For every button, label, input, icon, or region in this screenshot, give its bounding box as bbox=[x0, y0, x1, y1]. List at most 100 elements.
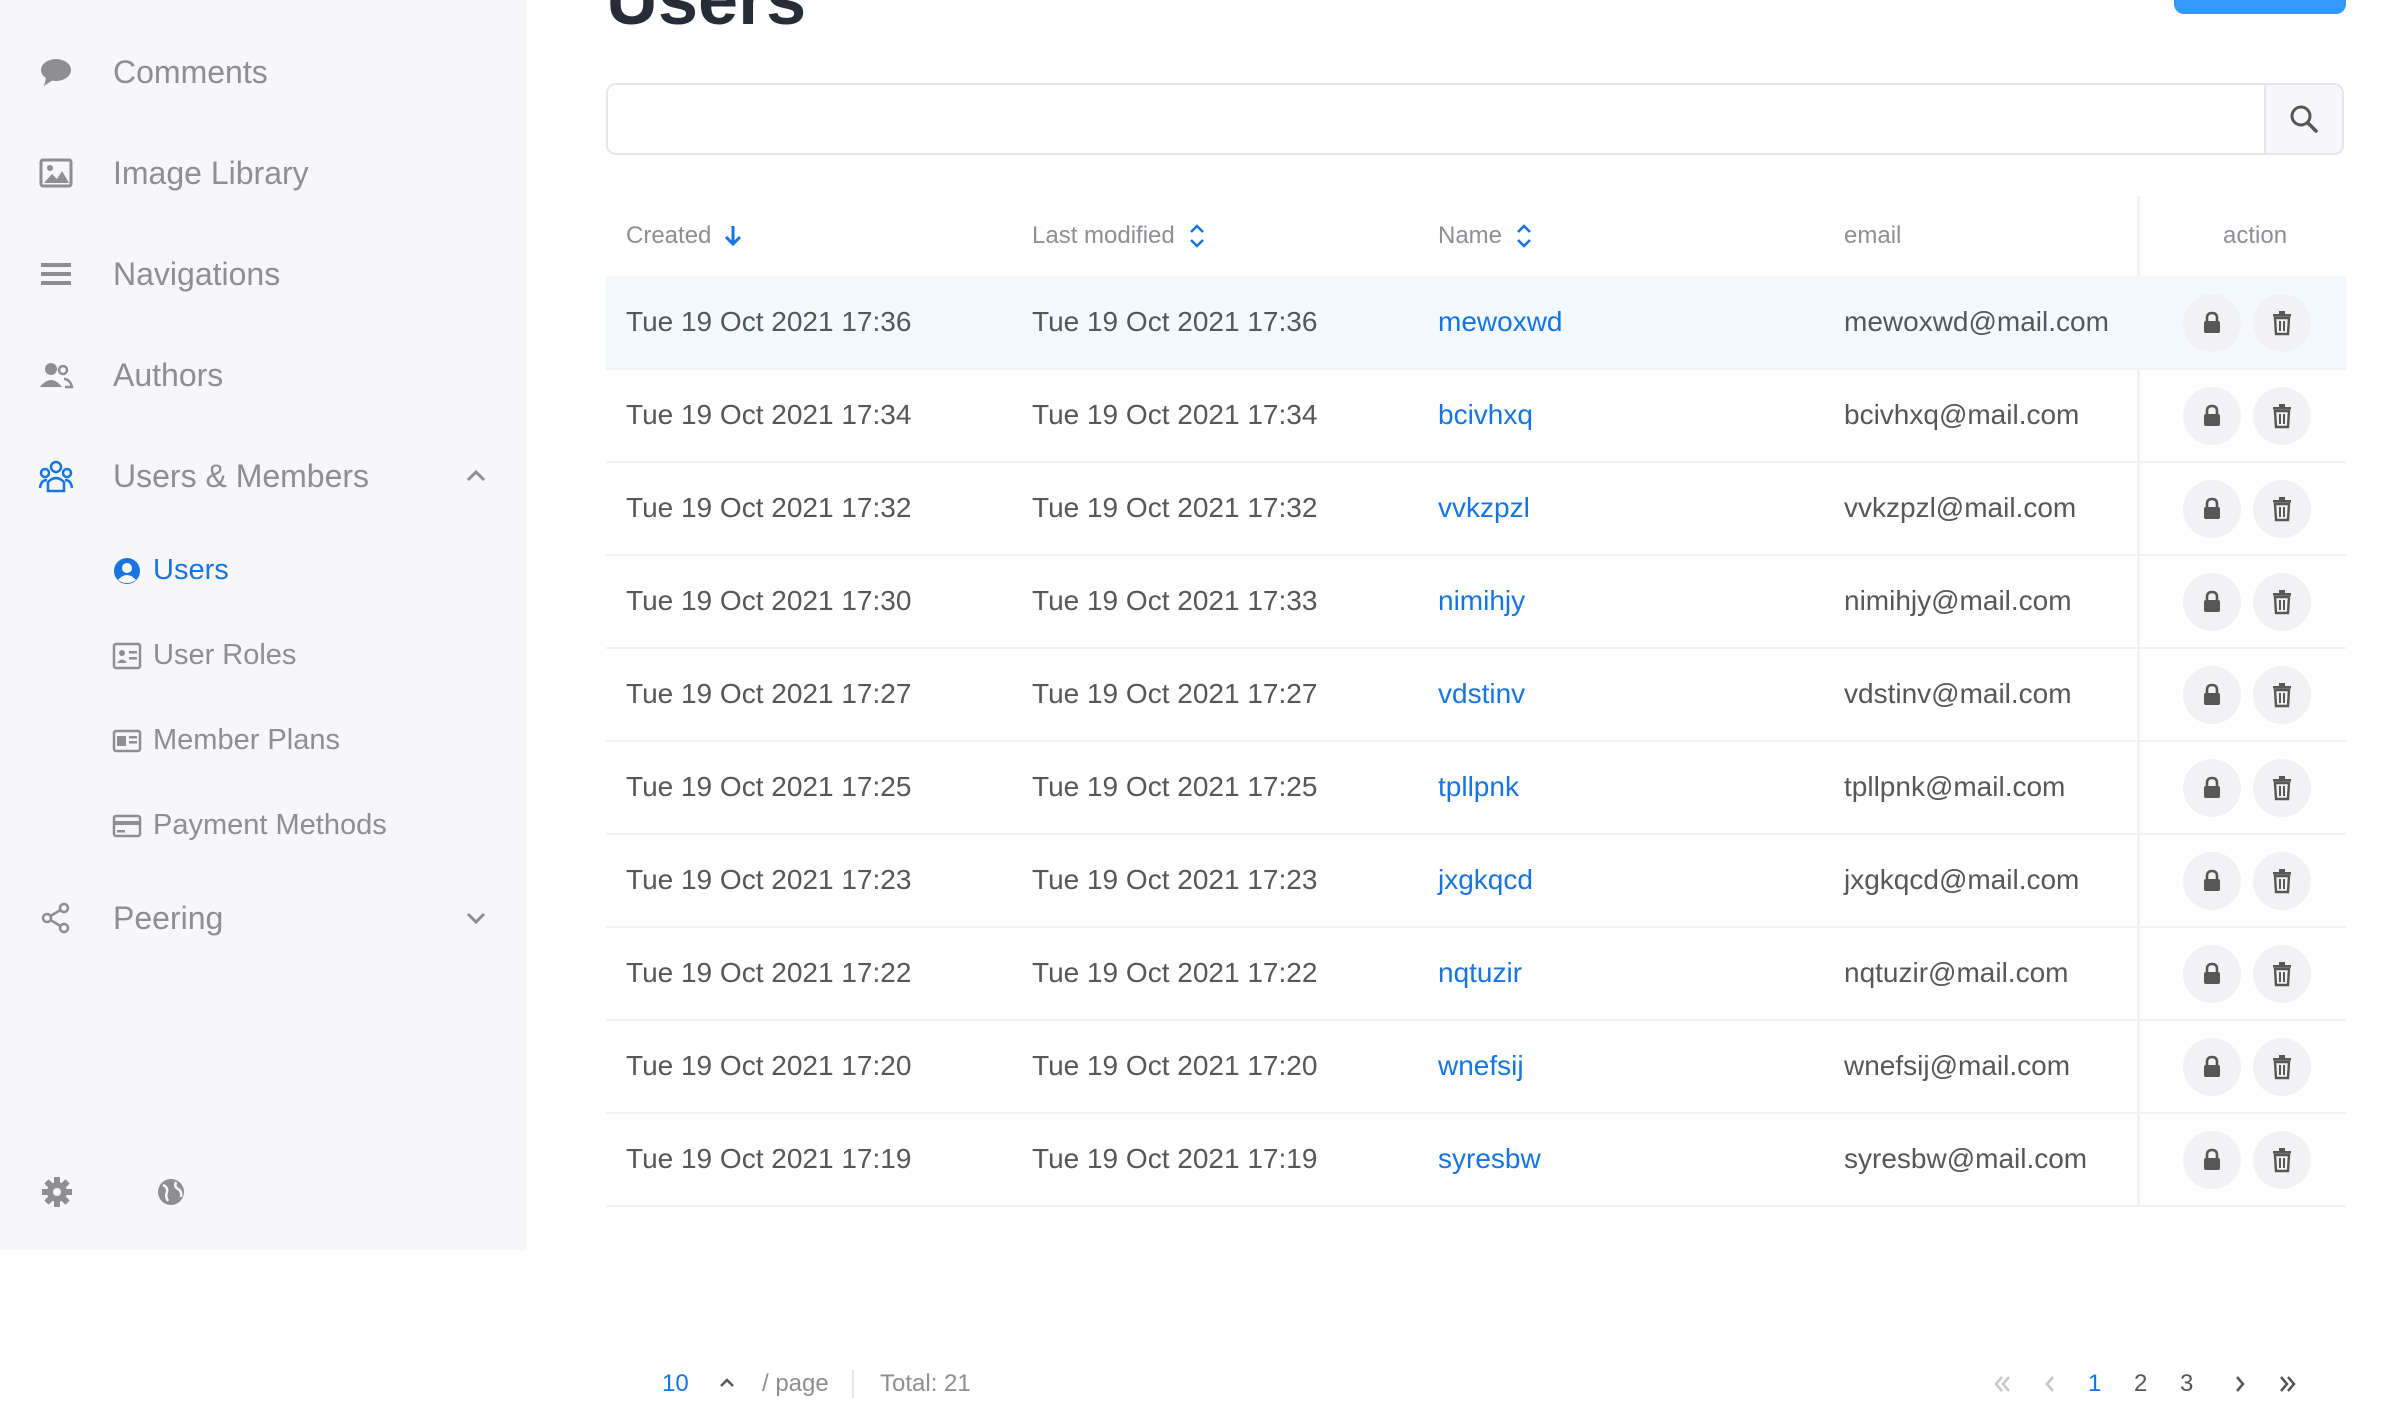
globe-icon[interactable] bbox=[154, 1175, 188, 1209]
table-row: Tue 19 Oct 2021 17:30 Tue 19 Oct 2021 17:… bbox=[606, 555, 2346, 649]
table-row: Tue 19 Oct 2021 17:27 Tue 19 Oct 2021 17:… bbox=[606, 648, 2346, 742]
arrow-down-icon bbox=[725, 226, 742, 247]
email-cell: vvkzpzl@mail.com bbox=[1844, 492, 2077, 523]
lock-icon bbox=[2204, 590, 2220, 612]
delete-user-button[interactable] bbox=[2253, 573, 2311, 631]
delete-user-button[interactable] bbox=[2253, 666, 2311, 724]
created-cell: Tue 19 Oct 2021 17:30 bbox=[626, 585, 912, 616]
user-name-link[interactable]: wnefsij bbox=[1438, 1020, 1524, 1112]
search-button[interactable] bbox=[2264, 85, 2342, 153]
sidebar-subitem-user-roles[interactable]: User Roles bbox=[0, 623, 526, 687]
email-cell: jxgkqcd@mail.com bbox=[1844, 864, 2080, 895]
table-row: Tue 19 Oct 2021 17:19 Tue 19 Oct 2021 17:… bbox=[606, 1113, 2346, 1207]
sidebar-item-users-members[interactable]: Users & Members bbox=[0, 436, 526, 516]
users-members-icon bbox=[38, 460, 74, 493]
delete-user-button[interactable] bbox=[2253, 1038, 2311, 1096]
trash-icon bbox=[2273, 497, 2291, 522]
user-name-link[interactable]: tpllpnk bbox=[1438, 741, 1519, 833]
lock-icon bbox=[2204, 311, 2220, 333]
delete-user-button[interactable] bbox=[2253, 759, 2311, 817]
last-modified-cell: Tue 19 Oct 2021 17:32 bbox=[1032, 492, 1318, 523]
lock-icon bbox=[2204, 404, 2220, 426]
delete-user-button[interactable] bbox=[2253, 294, 2311, 352]
gear-icon[interactable] bbox=[40, 1175, 74, 1209]
delete-user-button[interactable] bbox=[2253, 1131, 2311, 1189]
user-name-link[interactable]: bcivhxq bbox=[1438, 369, 1533, 461]
sidebar-item-image-library[interactable]: Image Library bbox=[0, 133, 526, 213]
trash-icon bbox=[2273, 404, 2291, 429]
create-user-button[interactable] bbox=[2174, 0, 2346, 14]
trash-icon bbox=[2273, 683, 2291, 708]
sidebar-item-label: Image Library bbox=[113, 155, 309, 191]
lock-user-button[interactable] bbox=[2183, 759, 2241, 817]
lock-user-button[interactable] bbox=[2183, 945, 2241, 1003]
lock-user-button[interactable] bbox=[2183, 573, 2241, 631]
next-page-icon[interactable] bbox=[2226, 1370, 2254, 1398]
sidebar-item-authors[interactable]: Authors bbox=[0, 335, 526, 415]
page-number[interactable]: 3 bbox=[2180, 1370, 2193, 1398]
search-bar bbox=[606, 83, 2344, 155]
sidebar-item-label: Peering bbox=[113, 900, 224, 936]
delete-user-button[interactable] bbox=[2253, 480, 2311, 538]
sidebar-subitem-users[interactable]: Users bbox=[0, 538, 526, 602]
authors-icon bbox=[40, 363, 74, 389]
lock-user-button[interactable] bbox=[2183, 1131, 2241, 1189]
chevron-up-icon bbox=[466, 469, 486, 482]
prev-page-icon[interactable] bbox=[2036, 1370, 2064, 1398]
trash-icon bbox=[2273, 311, 2291, 336]
sidebar-item-peering[interactable]: Peering bbox=[0, 878, 526, 958]
column-header-created[interactable]: Created bbox=[626, 196, 745, 276]
sidebar-item-comments[interactable]: Comments bbox=[0, 32, 526, 112]
lock-icon bbox=[2204, 1055, 2220, 1077]
created-cell: Tue 19 Oct 2021 17:36 bbox=[626, 306, 912, 337]
lock-user-button[interactable] bbox=[2183, 852, 2241, 910]
column-header-email: email bbox=[1844, 196, 1901, 276]
user-name-link[interactable]: vdstinv bbox=[1438, 648, 1525, 740]
sidebar-item-label: Comments bbox=[113, 54, 268, 90]
sidebar-item-label: Authors bbox=[113, 357, 224, 393]
lock-user-button[interactable] bbox=[2183, 480, 2241, 538]
last-modified-cell: Tue 19 Oct 2021 17:22 bbox=[1032, 957, 1318, 988]
search-input[interactable] bbox=[608, 85, 2268, 153]
last-modified-cell: Tue 19 Oct 2021 17:36 bbox=[1032, 306, 1318, 337]
email-cell: nimihjy@mail.com bbox=[1844, 585, 2072, 616]
member-plans-icon bbox=[112, 729, 142, 753]
table-row: Tue 19 Oct 2021 17:25 Tue 19 Oct 2021 17:… bbox=[606, 741, 2346, 835]
lock-user-button[interactable] bbox=[2183, 666, 2241, 724]
created-cell: Tue 19 Oct 2021 17:32 bbox=[626, 492, 912, 523]
user-name-link[interactable]: syresbw bbox=[1438, 1113, 1541, 1205]
table-row: Tue 19 Oct 2021 17:23 Tue 19 Oct 2021 17:… bbox=[606, 834, 2346, 928]
sidebar-item-navigations[interactable]: Navigations bbox=[0, 234, 526, 314]
delete-user-button[interactable] bbox=[2253, 387, 2311, 445]
page-number[interactable]: 1 bbox=[2088, 1370, 2101, 1398]
lock-user-button[interactable] bbox=[2183, 387, 2241, 445]
lock-icon bbox=[2204, 869, 2220, 891]
user-name-link[interactable]: nimihjy bbox=[1438, 555, 1525, 647]
sort-icon bbox=[1517, 224, 1531, 248]
column-header-last-modified[interactable]: Last modified bbox=[1032, 196, 1209, 276]
user-name-link[interactable]: vvkzpzl bbox=[1438, 462, 1530, 554]
column-header-name[interactable]: Name bbox=[1438, 196, 1536, 276]
search-icon bbox=[2290, 105, 2318, 133]
page-size-select[interactable]: 10 bbox=[662, 1370, 689, 1398]
lock-user-button[interactable] bbox=[2183, 1038, 2241, 1096]
image-icon bbox=[39, 158, 73, 188]
delete-user-button[interactable] bbox=[2253, 945, 2311, 1003]
user-name-link[interactable]: jxgkqcd bbox=[1438, 834, 1533, 926]
column-header-label: Last modified bbox=[1032, 222, 1175, 249]
sidebar-subitem-member-plans[interactable]: Member Plans bbox=[0, 708, 526, 772]
email-cell: vdstinv@mail.com bbox=[1844, 678, 2072, 709]
delete-user-button[interactable] bbox=[2253, 852, 2311, 910]
trash-icon bbox=[2273, 1055, 2291, 1080]
lock-user-button[interactable] bbox=[2183, 294, 2241, 352]
sidebar-subitem-payment-methods[interactable]: Payment Methods bbox=[0, 793, 526, 857]
trash-icon bbox=[2273, 869, 2291, 894]
user-name-link[interactable]: nqtuzir bbox=[1438, 927, 1522, 1019]
page-number[interactable]: 2 bbox=[2134, 1370, 2147, 1398]
user-name-link[interactable]: mewoxwd bbox=[1438, 276, 1562, 368]
email-cell: tpllpnk@mail.com bbox=[1844, 771, 2066, 802]
last-page-icon[interactable] bbox=[2274, 1370, 2302, 1398]
first-page-icon[interactable] bbox=[1988, 1370, 2016, 1398]
chevron-up-icon[interactable] bbox=[716, 1372, 738, 1394]
trash-icon bbox=[2273, 962, 2291, 987]
